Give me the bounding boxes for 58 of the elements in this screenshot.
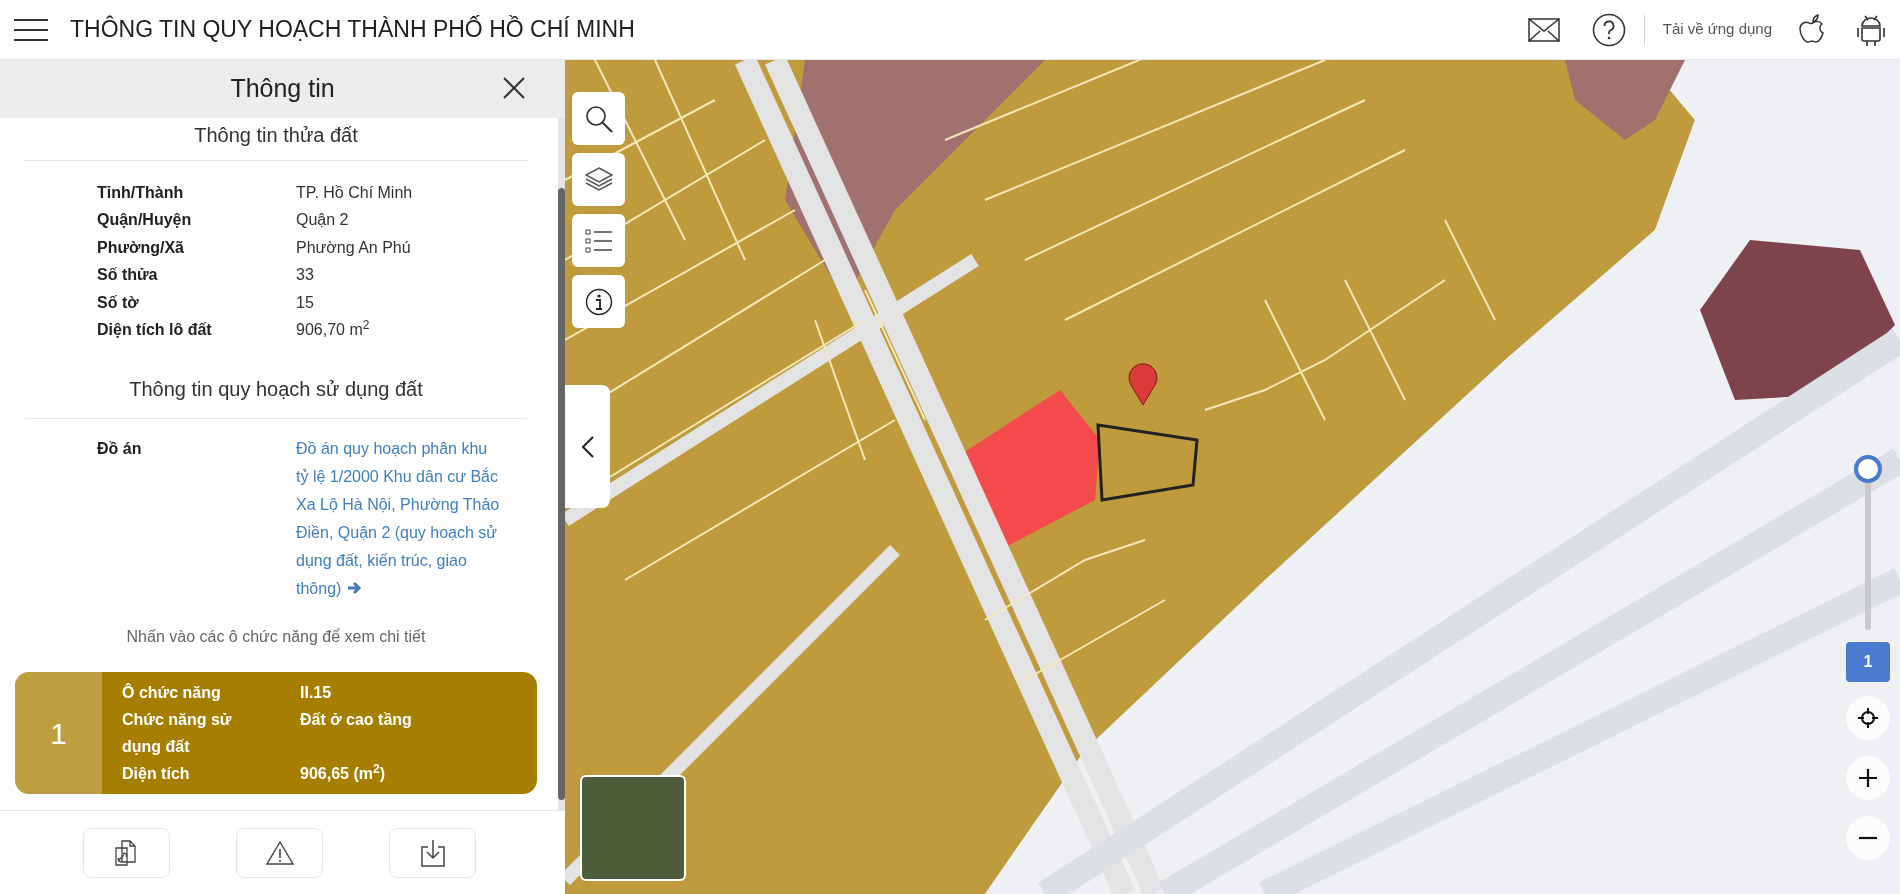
field-value: 15 xyxy=(296,292,314,313)
field-value: Đất ở cao tầng xyxy=(300,710,413,730)
land-parcel[interactable] xyxy=(1700,240,1895,400)
download-icon xyxy=(420,838,445,867)
search-button[interactable] xyxy=(572,92,625,145)
selected-parcel-outline[interactable] xyxy=(1096,423,1199,502)
field-value: TP. Hồ Chí Minh xyxy=(296,182,413,203)
field-label: Ô chức năng xyxy=(122,682,222,703)
plus-icon xyxy=(1858,768,1878,788)
field-label: Diện tích lô đất xyxy=(97,320,213,341)
section-heading: Thông tin thửa đất xyxy=(194,124,358,146)
crosshair-icon xyxy=(1857,707,1879,729)
warning-button[interactable] xyxy=(236,827,323,878)
arrow-right-icon xyxy=(347,581,363,595)
plan-link[interactable]: Đồ án quy hoạch phân khu tỷ lệ 1/2000 Khu dân cư Bắc Xa Lộ Hà Nội, Phường Thảo Điền, Quận 2 (quy hoạch sử dụng đất, kiến trúc, giao thông) xyxy=(296,435,501,603)
section-heading: Thông tin quy hoạch sử dụng đất xyxy=(129,378,423,400)
field-value: Phường An Phú xyxy=(296,237,411,258)
field-value: 906,70 m$^{2}$ xyxy=(296,318,370,341)
field-label: Diện tích xyxy=(122,764,191,784)
mail-icon[interactable] xyxy=(1527,17,1560,42)
field-value: 33 xyxy=(296,265,314,286)
panel-title: Thông tin xyxy=(230,73,335,105)
field-value: II.15 xyxy=(300,683,333,703)
layers-icon xyxy=(584,166,613,193)
legend-button[interactable] xyxy=(572,214,625,267)
download-app-label: Tải về ứng dụng xyxy=(1662,19,1772,40)
menu-icon[interactable] xyxy=(14,17,48,42)
info-icon xyxy=(584,287,613,316)
field-value: 906,65 (m$^{2}$) xyxy=(300,761,386,784)
slider-value: 1 xyxy=(1846,642,1890,682)
zone-card[interactable]: 1 Ô chức năng II.15 Chức năng sử dụng đất Đất ở cao tầng Diện tích 906,65 (m$^{2}$) xyxy=(15,672,537,794)
app-title: THÔNG TIN QUY HOẠCH THÀNH PHỐ HỒ CHÍ MINH xyxy=(70,14,635,45)
field-label: Tỉnh/Thành xyxy=(97,182,185,203)
field-label: Phường/Xã xyxy=(97,237,185,258)
list-icon xyxy=(584,227,613,254)
hint-text: Nhấn vào các ô chức năng để xem chi tiết xyxy=(126,628,426,645)
satellite-thumbnail[interactable] xyxy=(580,775,686,881)
field-label: Chức năng sử dụng đất xyxy=(122,710,233,757)
map-pin-icon xyxy=(1128,363,1158,406)
field-label: Số tờ xyxy=(97,292,140,313)
download-button[interactable] xyxy=(389,827,476,878)
scrollbar[interactable] xyxy=(558,118,565,810)
opacity-slider[interactable] xyxy=(1853,455,1883,630)
minus-icon xyxy=(1858,836,1878,840)
map-drawing[interactable] xyxy=(565,60,1900,894)
document-button[interactable] xyxy=(83,827,170,878)
warning-icon xyxy=(265,840,294,865)
chevron-left-icon xyxy=(581,435,594,458)
info-button[interactable] xyxy=(572,275,625,328)
field-label: Số thửa xyxy=(97,265,159,286)
help-icon[interactable] xyxy=(1591,12,1626,47)
layers-button[interactable] xyxy=(572,153,625,206)
field-value: Quận 2 xyxy=(296,210,349,231)
zone-number: 1 xyxy=(50,715,67,752)
field-label: Quận/Huyện xyxy=(97,210,193,231)
close-icon[interactable] xyxy=(503,77,525,99)
field-label: Đồ án xyxy=(97,439,143,459)
search-icon xyxy=(584,104,613,133)
